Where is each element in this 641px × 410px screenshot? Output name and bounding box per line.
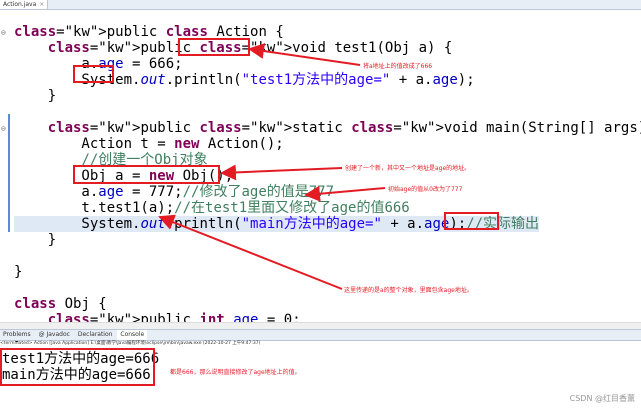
tab-javadoc[interactable]: @ Javadoc [36, 330, 73, 340]
annotation-arrows [158, 43, 386, 290]
code-editor[interactable]: ⊖ ⊖ class="kw">public class Action { cla… [0, 10, 641, 344]
editor-tab-label: Action.java [3, 1, 37, 8]
tab-console[interactable]: Console [117, 330, 148, 340]
editor-tab-action-java[interactable]: Action.java × [0, 0, 49, 9]
arrow-to-assign-777 [304, 185, 386, 202]
annotation-text: 都是666，那么说明直接修改了age地址上的值。 [170, 369, 301, 376]
arrow-to-call [158, 214, 343, 290]
highlight-box-console [0, 348, 155, 386]
watermark: CSDN @红目香薰 [569, 394, 635, 403]
close-icon[interactable]: × [39, 1, 44, 8]
arrow-to-new-obj [220, 164, 343, 181]
editor-tabbar: Action.java × [0, 0, 641, 10]
horizontal-scrollbar[interactable] [0, 322, 641, 329]
tab-problems[interactable]: Problems [0, 330, 34, 340]
tab-declaration[interactable]: Declaration [75, 330, 116, 340]
console-output: test1方法中的age=666 main方法中的age=666 都是666，那… [0, 348, 641, 410]
console-terminated-line: <terminated> Action [Java Application] E… [0, 341, 261, 346]
arrow-to-param [248, 43, 361, 66]
